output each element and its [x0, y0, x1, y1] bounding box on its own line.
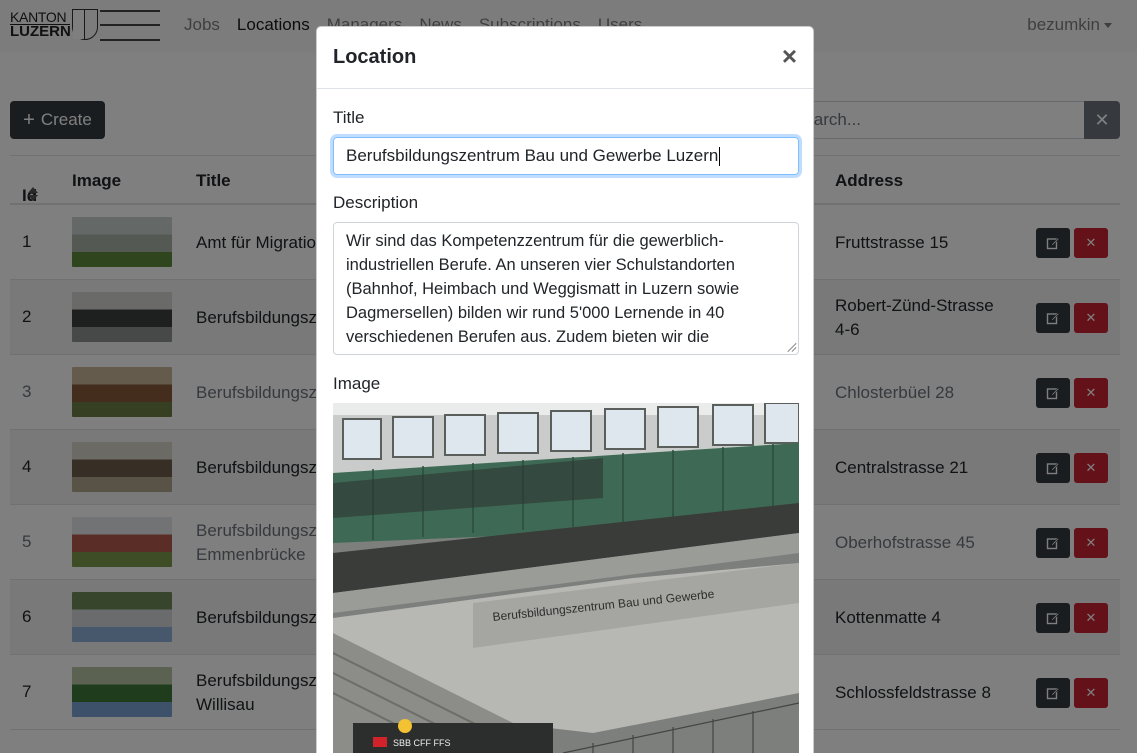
text-cursor [719, 147, 721, 167]
location-modal: Location × Title Berufsbildungszentrum B… [316, 26, 814, 753]
description-textarea[interactable]: Wir sind das Kompetenzzentrum für die ge… [333, 222, 799, 355]
resize-handle-icon[interactable] [786, 342, 796, 352]
close-icon[interactable]: × [782, 41, 797, 72]
photo-sbb-text: SBB CFF FFS [393, 738, 451, 748]
title-label: Title [333, 108, 365, 127]
modal-title: Location [333, 46, 417, 68]
location-photo[interactable]: Berufsbildungszentrum Bau und Gewerbe SB… [333, 403, 799, 753]
title-input[interactable]: Berufsbildungszentrum Bau und Gewerbe Lu… [333, 137, 799, 175]
modal-header: Location × [317, 27, 813, 89]
description-label: Description [333, 193, 419, 212]
image-label: Image [333, 374, 381, 393]
